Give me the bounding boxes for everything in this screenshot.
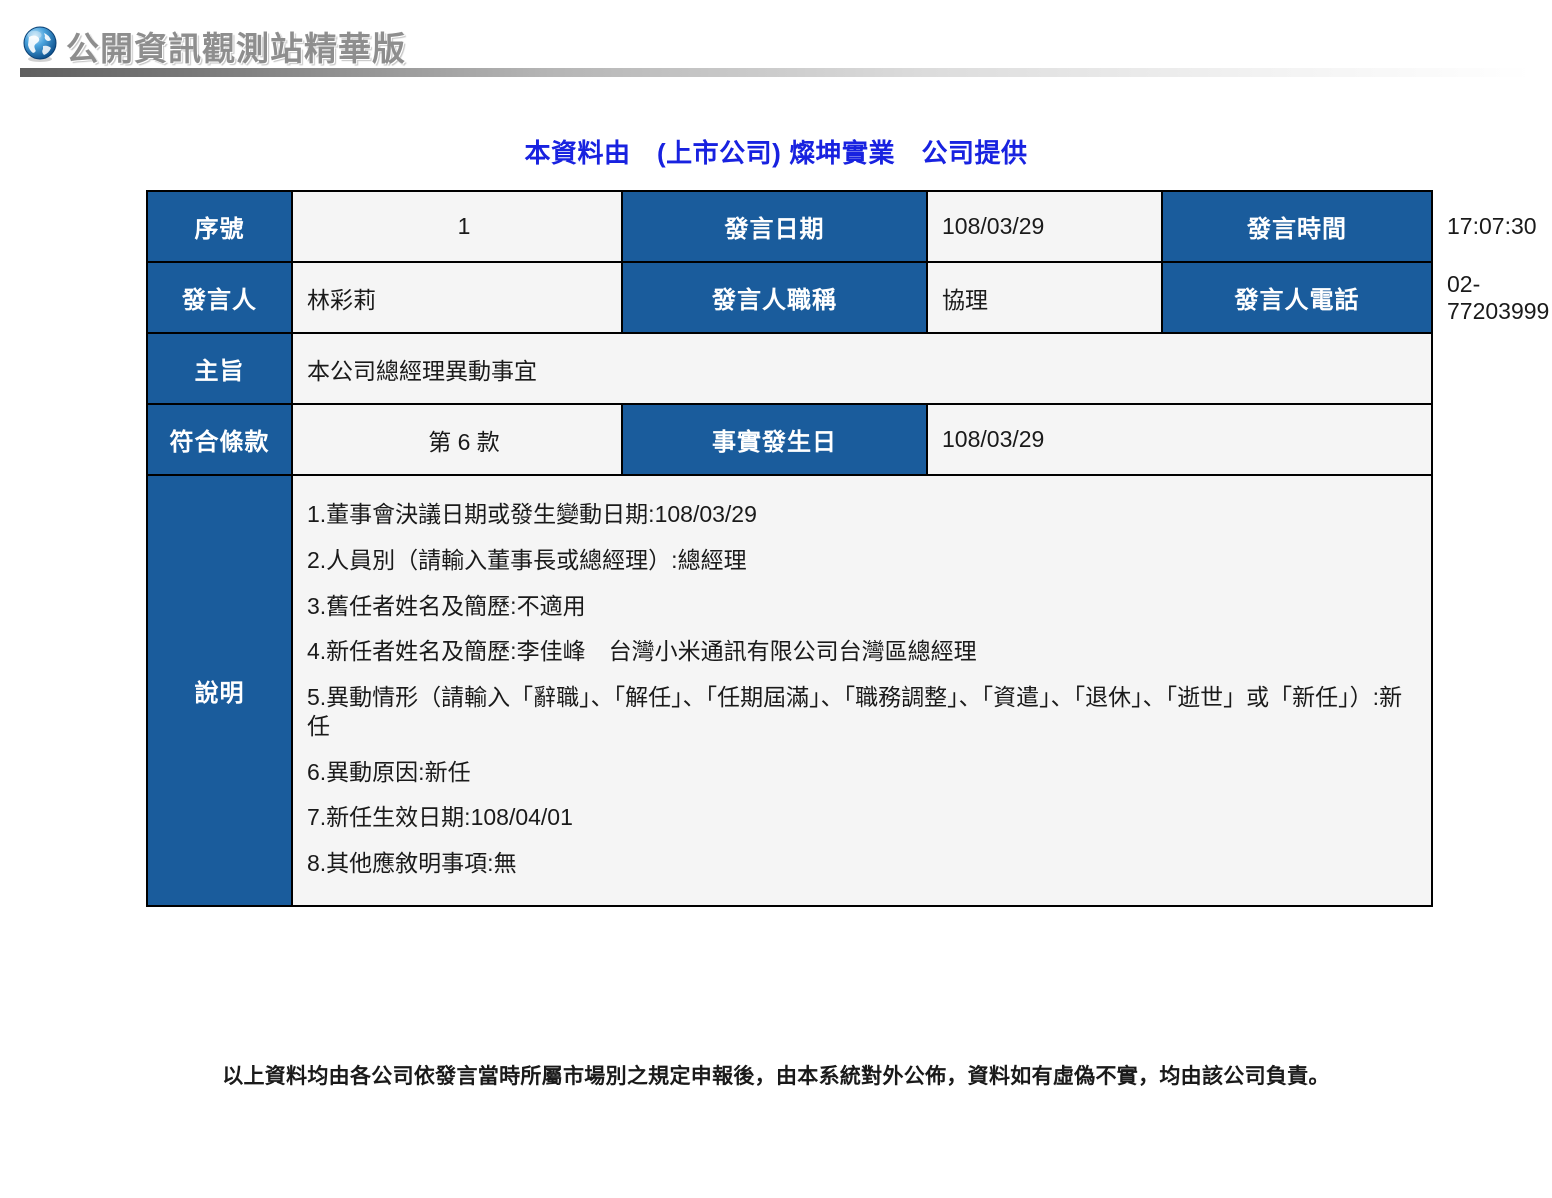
- cell-value-spokesperson: 林彩莉: [290, 261, 624, 334]
- cell-label-serial: 序號: [146, 190, 293, 263]
- description-line: 7.新任生效日期:108/04/01: [307, 804, 573, 831]
- provider-title: 本資料由 (上市公司) 燦坤實業 公司提供: [524, 138, 1028, 168]
- cell-value-event-date: 108/03/29: [926, 403, 1434, 476]
- cell-label-spokesperson-title: 發言人職稱: [621, 261, 929, 334]
- description-line: 8.其他應敘明事項:無: [307, 850, 517, 876]
- description-line: 6.異動原因:新任: [307, 758, 471, 785]
- table-row: 序號 1 發言日期 108/03/29 發言時間 17:07:30: [146, 190, 1537, 263]
- description-line: 3.舊任者姓名及簡歷:不適用: [307, 592, 586, 619]
- cell-label-spokesperson-phone: 發言人電話: [1161, 261, 1434, 334]
- table-row: 主旨 本公司總經理異動事宜: [146, 332, 1434, 405]
- table-row-description: 說明 1.董事會決議日期或發生變動日期:108/03/29 2.人員別（請輸入董…: [146, 474, 1434, 907]
- footer-disclaimer: 以上資料均由各公司依發言當時所屬市場別之規定申報後，由本系統對外公佈，資料如有虛…: [222, 1065, 1330, 1088]
- header-divider: [20, 68, 1532, 77]
- site-title: 公開資訊觀測站精華版: [66, 30, 406, 67]
- cell-label-subject: 主旨: [146, 332, 293, 405]
- cell-value-speech-date: 108/03/29: [926, 190, 1164, 263]
- description-line: 1.董事會決議日期或發生變動日期:108/03/29: [307, 501, 757, 527]
- cell-label-clause: 符合條款: [146, 403, 293, 476]
- cell-label-event-date: 事實發生日: [621, 403, 929, 476]
- cell-value-clause: 第 6 款: [290, 403, 624, 476]
- cell-label-spokesperson: 發言人: [146, 261, 293, 334]
- table-row: 符合條款 第 6 款 事實發生日 108/03/29: [146, 403, 1434, 476]
- cell-label-speech-time: 發言時間: [1161, 190, 1434, 263]
- announcement-table: 序號 1 發言日期 108/03/29 發言時間 17:07:30 發言人 林彩…: [146, 190, 1549, 907]
- description-line: 2.人員別（請輸入董事長或總經理）:總經理: [307, 546, 747, 573]
- table-row: 發言人 林彩莉 發言人職稱 協理 發言人電話 02-77203999: [146, 261, 1549, 334]
- description-line: 4.新任者姓名及簡歷:李佳峰 台灣小米通訊有限公司台灣區總經理: [307, 638, 977, 665]
- cell-value-spokesperson-title: 協理: [926, 261, 1164, 334]
- cell-value-serial: 1: [290, 190, 624, 263]
- page-root: 公開資訊觀測站精華版 本資料由 (上市公司) 燦坤實業 公司提供 序號 1 發言…: [0, 0, 1552, 1198]
- globe-icon: [21, 25, 59, 63]
- cell-value-subject: 本公司總經理異動事宜: [290, 332, 1434, 405]
- description-line: 5.異動情形（請輸入「辭職」、「解任」、「任期屆滿」、「職務調整」、「資遣」、「…: [307, 684, 1403, 739]
- cell-label-speech-date: 發言日期: [621, 190, 929, 263]
- cell-value-description: 1.董事會決議日期或發生變動日期:108/03/29 2.人員別（請輸入董事長或…: [290, 474, 1434, 907]
- cell-label-description: 說明: [146, 474, 293, 907]
- site-header: 公開資訊觀測站精華版: [0, 0, 1552, 78]
